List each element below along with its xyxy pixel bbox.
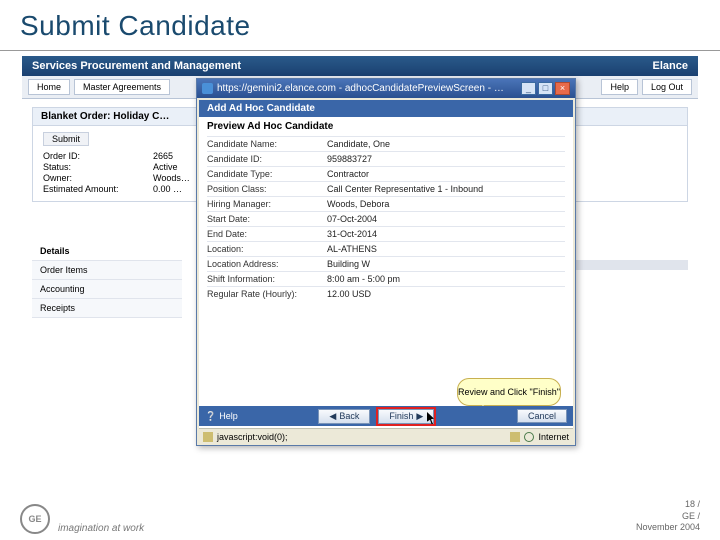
- preview-val: Call Center Representative 1 - Inbound: [327, 184, 565, 194]
- bg-header: Services Procurement and Management Elan…: [22, 56, 698, 76]
- status-bar: javascript:void(0); Internet: [199, 428, 573, 444]
- zone-text: Internet: [538, 432, 569, 442]
- preview-label: Position Class:: [207, 184, 327, 194]
- bg-header-brand: Elance: [653, 60, 688, 72]
- preview-val: 959883727: [327, 154, 565, 164]
- globe-icon: [524, 432, 534, 442]
- side-accounting[interactable]: Accounting: [32, 280, 182, 299]
- help-button[interactable]: ❔ Help: [205, 411, 238, 422]
- preview-label: Regular Rate (Hourly):: [207, 289, 327, 299]
- titlebar-text: https://gemini2.elance.com - adhocCandid…: [217, 83, 507, 94]
- preview-label: Candidate Name:: [207, 139, 327, 149]
- finish-button[interactable]: Finish ▶: [378, 409, 434, 424]
- preview-label: Shift Information:: [207, 274, 327, 284]
- preview-val: Building W: [327, 259, 565, 269]
- side-details[interactable]: Details: [32, 242, 182, 261]
- bg-label: Owner:: [43, 173, 153, 183]
- side-order-items[interactable]: Order Items: [32, 261, 182, 280]
- preview-val: AL-ATHENS: [327, 244, 565, 254]
- bg-label: Order ID:: [43, 151, 153, 161]
- page-title: Submit Candidate: [0, 0, 720, 50]
- maximize-button[interactable]: □: [538, 82, 553, 95]
- footer-meta: 18 / GE / November 2004: [636, 499, 700, 534]
- preview-val: 8:00 am - 5:00 pm: [327, 274, 565, 284]
- bg-label: Status:: [43, 162, 153, 172]
- lock-icon: [510, 432, 520, 442]
- titlebar[interactable]: https://gemini2.elance.com - adhocCandid…: [197, 79, 575, 98]
- preview-val: Contractor: [327, 169, 565, 179]
- tagline: imagination at work: [58, 523, 144, 534]
- close-button[interactable]: ×: [555, 82, 570, 95]
- bg-side-nav: Details Order Items Accounting Receipts: [32, 242, 182, 318]
- tab-logout[interactable]: Log Out: [642, 79, 692, 95]
- ie-icon: [202, 83, 213, 94]
- title-rule: [0, 50, 720, 51]
- back-button[interactable]: ◀ Back: [318, 409, 370, 424]
- cancel-button[interactable]: Cancel: [517, 409, 567, 423]
- preview-label: Candidate ID:: [207, 154, 327, 164]
- popup-footer: ❔ Help ◀ Back Finish ▶ Cancel: [199, 406, 573, 426]
- tab-home[interactable]: Home: [28, 79, 70, 95]
- status-text: javascript:void(0);: [217, 432, 288, 442]
- tab-master-agreements[interactable]: Master Agreements: [74, 79, 170, 95]
- page-footer: GE imagination at work 18 / GE / Novembe…: [20, 499, 700, 534]
- preview-val: Woods, Debora: [327, 199, 565, 209]
- side-receipts[interactable]: Receipts: [32, 299, 182, 318]
- preview-val: 07-Oct-2004: [327, 214, 565, 224]
- minimize-button[interactable]: _: [521, 82, 536, 95]
- tab-help[interactable]: Help: [601, 79, 638, 95]
- status-icon: [203, 432, 213, 442]
- preview-val: 12.00 USD: [327, 289, 565, 299]
- preview-popup: https://gemini2.elance.com - adhocCandid…: [196, 78, 576, 446]
- preview-label: Location Address:: [207, 259, 327, 269]
- preview-title: Preview Ad Hoc Candidate: [207, 121, 565, 132]
- preview-val: Candidate, One: [327, 139, 565, 149]
- preview-section: Preview Ad Hoc Candidate Candidate Name:…: [199, 117, 573, 305]
- preview-label: Start Date:: [207, 214, 327, 224]
- bg-label: Estimated Amount:: [43, 184, 153, 194]
- submit-pill[interactable]: Submit: [43, 132, 89, 146]
- preview-val: 31-Oct-2014: [327, 229, 565, 239]
- preview-label: End Date:: [207, 229, 327, 239]
- preview-label: Candidate Type:: [207, 169, 327, 179]
- bg-header-title: Services Procurement and Management: [32, 60, 241, 72]
- instruction-callout: Review and Click "Finish": [457, 378, 561, 406]
- popup-header: Add Ad Hoc Candidate: [199, 100, 573, 117]
- preview-label: Hiring Manager:: [207, 199, 327, 209]
- preview-label: Location:: [207, 244, 327, 254]
- ge-logo-icon: GE: [20, 504, 50, 534]
